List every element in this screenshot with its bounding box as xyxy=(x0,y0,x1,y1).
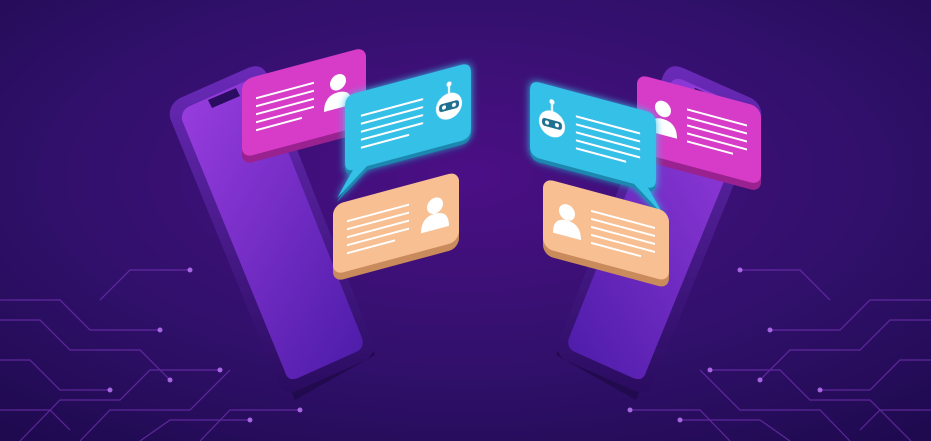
chat-illustration xyxy=(0,0,931,441)
illustration xyxy=(0,0,931,441)
